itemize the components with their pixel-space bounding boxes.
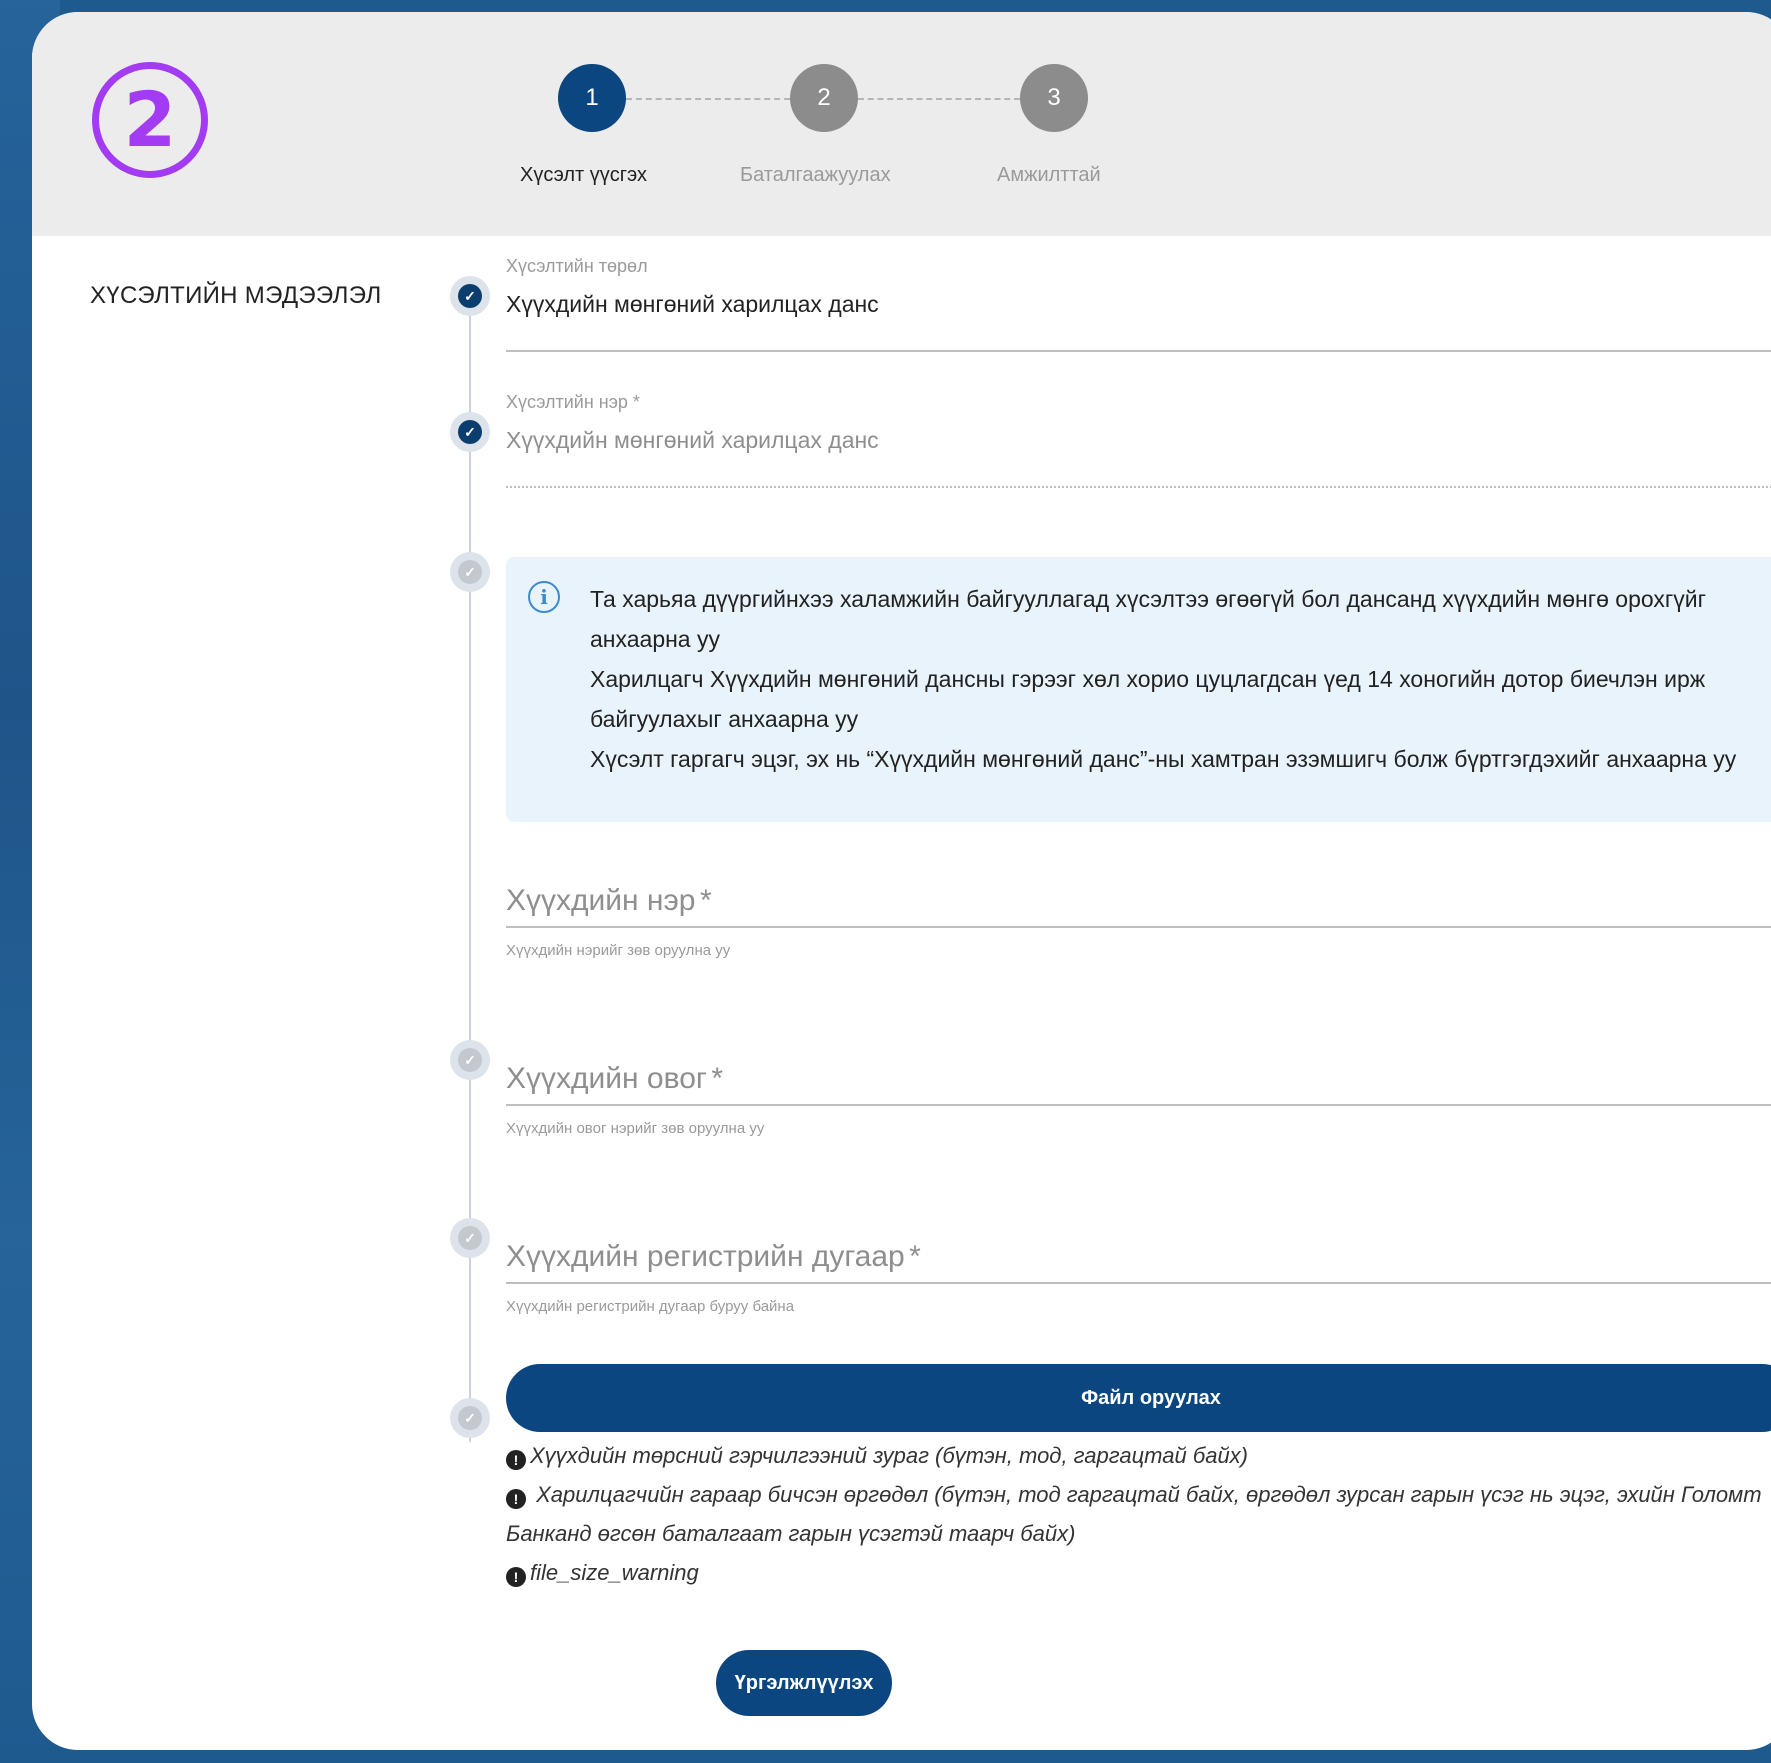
request-type-select[interactable]: Хүсэлтийн төрөл Хүүхдийн мөнгөний харилц…: [506, 256, 1771, 352]
form-card: 2 1 2 3 Хүсэлт үүсгэх Баталгаажуулах Амж…: [32, 12, 1771, 1750]
timeline-check-icon: ✓: [450, 276, 490, 316]
timeline-check-icon: ✓: [450, 1398, 490, 1438]
info-line: Хүсэлт гаргагч эцэг, эх нь “Хүүхдийн мөн…: [590, 746, 1737, 772]
child-name-field[interactable]: Хүүхдийн нэр * Хүүхдийн нэрийг зөв оруул…: [506, 884, 1771, 959]
child-register-field[interactable]: Хүүхдийн регистрийн дугаар * Хүүхдийн ре…: [506, 1240, 1771, 1315]
required-mark: *: [711, 1062, 723, 1095]
required-mark: *: [699, 884, 712, 917]
timeline-check-icon: ✓: [450, 1040, 490, 1080]
section-title: ХҮСЭЛТИЙН МЭДЭЭЛЭЛ: [90, 282, 382, 309]
step-1-circle: 1: [558, 64, 626, 132]
file-upload-button[interactable]: Файл оруулах: [506, 1364, 1771, 1432]
step-3-label: Амжилттай: [997, 164, 1101, 186]
required-mark: *: [909, 1240, 921, 1273]
note-item: ! Хүүхдийн төрсний гэрчилгээний зураг (бү…: [506, 1436, 1771, 1475]
continue-button[interactable]: Үргэлжлүүлэх: [716, 1650, 892, 1716]
step-2-circle: 2: [790, 64, 858, 132]
request-name-label: Хүсэлтийн нэр *: [506, 392, 640, 412]
child-name-hint: Хүүхдийн нэрийг зөв оруулна уу: [506, 942, 731, 959]
info-icon: i: [528, 581, 560, 613]
request-name-value: Хүүхдийн мөнгөний харилцах данс: [506, 427, 879, 453]
exclamation-icon: !: [506, 1489, 526, 1509]
timeline-check-icon: ✓: [450, 1218, 490, 1258]
child-surname-label: Хүүхдийн овог: [506, 1062, 707, 1095]
request-type-label: Хүсэлтийн төрөл: [506, 256, 648, 276]
step-badge: 2: [92, 62, 208, 178]
step-1-label: Хүсэлт үүсгэх: [520, 164, 647, 186]
step-3-circle: 3: [1020, 64, 1088, 132]
request-name-field[interactable]: Хүсэлтийн нэр * Хүүхдийн мөнгөний харилц…: [506, 392, 1771, 488]
child-surname-field[interactable]: Хүүхдийн овог * Хүүхдийн овог нэрийг зөв…: [506, 1062, 1771, 1137]
note-item: ! file_size_warning: [506, 1553, 1771, 1592]
timeline-line: [469, 302, 471, 1442]
request-type-value: Хүүхдийн мөнгөний харилцах данс: [506, 291, 879, 317]
file-notes: ! Хүүхдийн төрсний гэрчилгээний зураг (бү…: [506, 1436, 1771, 1592]
info-line: Та харьяа дүүргийнхээ халамжийн байгуулл…: [590, 586, 1707, 652]
child-register-label: Хүүхдийн регистрийн дугаар: [506, 1240, 905, 1273]
child-surname-hint: Хүүхдийн овог нэрийг зөв оруулна уу: [506, 1120, 765, 1137]
info-notice: i Та харьяа дүүргийнхээ халамжийн байгуу…: [506, 557, 1771, 822]
step-connector: [858, 98, 1020, 100]
note-item: ! Харилцагчийн гараар бичсэн өргөдөл (бү…: [506, 1482, 1762, 1546]
child-name-label: Хүүхдийн нэр: [506, 884, 696, 917]
exclamation-icon: !: [506, 1450, 526, 1470]
stepper-header: 2 1 2 3 Хүсэлт үүсгэх Баталгаажуулах Амж…: [32, 12, 1771, 236]
step-2-label: Баталгаажуулах: [740, 164, 891, 186]
timeline-check-icon: ✓: [450, 552, 490, 592]
info-line: Харилцагч Хүүхдийн мөнгөний дансны гэрээ…: [590, 666, 1706, 732]
child-register-hint: Хүүхдийн регистрийн дугаар буруу байна: [506, 1298, 795, 1315]
step-connector: [626, 98, 790, 100]
exclamation-icon: !: [506, 1567, 526, 1587]
timeline-check-icon: ✓: [450, 412, 490, 452]
